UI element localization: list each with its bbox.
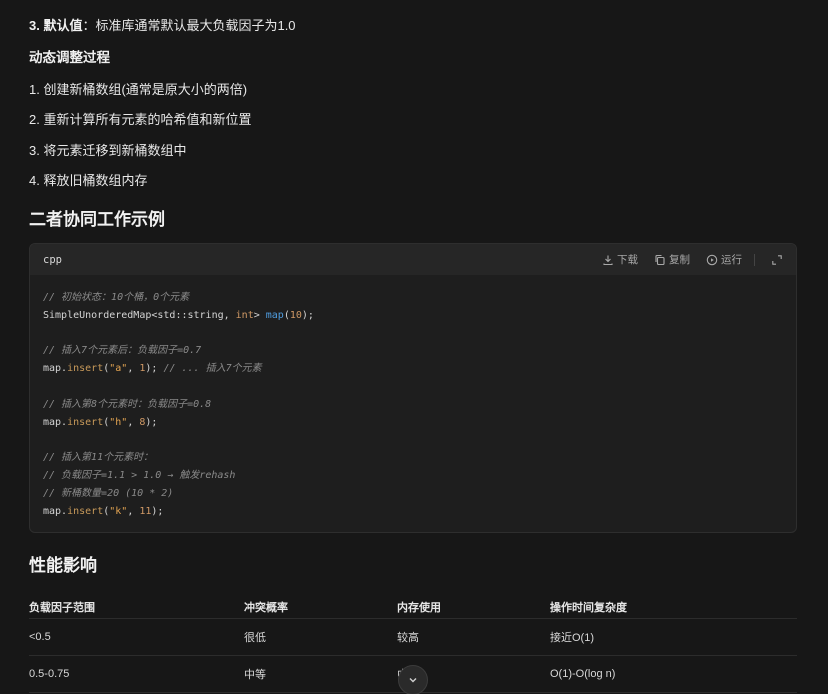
code-token: > [253, 309, 266, 321]
code-token: ); [151, 505, 164, 517]
code-actions: 下载 复制 运行 [602, 252, 783, 267]
code-token: ); [145, 416, 158, 428]
copy-icon [655, 254, 665, 265]
code-line-1: // 初始状态：10个桶，0个元素 [43, 292, 190, 303]
table-cell: 很低 [244, 632, 266, 644]
expand-button[interactable] [771, 254, 783, 266]
code-token: // ... 插入7个元素 [163, 363, 262, 375]
code-line-7: // 插入第8个元素时：负载因子=0.8 [43, 398, 212, 410]
code-token: map [265, 309, 284, 321]
table-cell: 较高 [397, 632, 419, 644]
code-token: map. [43, 505, 68, 517]
code-line-12: // 新桶数量=20 (10 * 2) [43, 487, 174, 499]
chevron-down-icon [409, 678, 417, 683]
code-block: cpp 下载 复制 运行 // 初始状态：10个桶，0个元素 SimpleUno… [29, 243, 797, 533]
default-value-text: ：标准库通常默认最大负载因子为1.0 [82, 18, 296, 33]
code-line-10: // 插入第11个元素时： [43, 452, 154, 464]
table-cell: 0.5-0.75 [29, 668, 70, 680]
step-1: 1. 创建新桶数组(通常是原大小的两倍) [29, 82, 248, 97]
code-token: "k" [109, 505, 128, 517]
example-heading: 二者协同工作示例 [29, 210, 165, 229]
code-line-13: map.insert("k", 11); [43, 506, 163, 517]
chat-content: 3. 默认值：标准库通常默认最大负载因子为1.0 动态调整过程 1. 创建新桶数… [0, 0, 828, 694]
play-icon [706, 254, 718, 265]
table-cell: 接近O(1) [550, 632, 594, 644]
code-line-8: map.insert("h", 8); [43, 417, 157, 428]
code-line-2: SimpleUnorderedMap<std::string, int> map… [43, 310, 314, 321]
code-token: "a" [109, 363, 128, 375]
code-token: map. [43, 416, 68, 428]
table-header-cell: 冲突概率 [244, 602, 288, 614]
code-line-4: // 插入7个元素后：负载因子=0.7 [43, 345, 202, 357]
default-value-line: 3. 默认值：标准库通常默认最大负载因子为1.0 [29, 17, 296, 35]
table-cell: 中等 [244, 669, 266, 681]
code-token: ); [301, 309, 314, 321]
code-content: // 初始状态：10个桶，0个元素 SimpleUnorderedMap<std… [30, 275, 796, 520]
copy-label: 复制 [669, 254, 690, 266]
code-token: , [127, 505, 140, 517]
step-3: 3. 将元素迁移到新桶数组中 [29, 143, 187, 158]
download-icon [603, 255, 613, 265]
code-language: cpp [43, 253, 62, 266]
actions-divider [754, 253, 755, 266]
step-2: 2. 重新计算所有元素的哈希值和新位置 [29, 112, 252, 127]
code-line-5: map.insert("a", 1); // ... 插入7个元素 [43, 363, 262, 374]
expand-icon [772, 254, 782, 265]
code-token: insert [67, 505, 104, 517]
performance-heading: 性能影响 [29, 556, 97, 575]
code-token: SimpleUnorderedMap<std::string, [43, 309, 236, 321]
step-4: 4. 释放旧桶数组内存 [29, 173, 148, 188]
code-token: int [235, 309, 254, 321]
download-label: 下载 [617, 254, 638, 266]
table-cell: <0.5 [29, 631, 51, 643]
run-label: 运行 [721, 254, 742, 266]
code-token: insert [67, 416, 104, 428]
code-token: insert [67, 363, 104, 375]
dynamic-adjust-heading: 动态调整过程 [29, 50, 110, 65]
code-token: 10 [289, 309, 302, 321]
code-token: ); [145, 363, 164, 375]
code-token: 11 [139, 505, 152, 517]
code-token: map. [43, 363, 68, 375]
table-header-cell: 操作时间复杂度 [550, 602, 627, 614]
table-header-row: 负载因子范围 冲突概率 内存使用 操作时间复杂度 [29, 596, 797, 619]
download-button[interactable]: 下载 [602, 252, 638, 267]
code-token: "h" [109, 416, 128, 428]
code-line-11: // 负载因子=1.1 > 1.0 → 触发rehash [43, 469, 236, 481]
default-value-label: 3. 默认值 [29, 18, 83, 33]
table-header-cell: 内存使用 [397, 602, 441, 614]
code-token: , [127, 363, 140, 375]
code-header: cpp 下载 复制 运行 [30, 244, 796, 275]
code-token: , [127, 416, 140, 428]
table-cell: O(1)-O(log n) [550, 668, 616, 680]
run-button[interactable]: 运行 [706, 252, 742, 267]
copy-button[interactable]: 复制 [654, 252, 690, 267]
scroll-to-bottom-button[interactable] [398, 665, 428, 694]
table-row: <0.5 很低 较高 接近O(1) [29, 619, 797, 656]
table-header-cell: 负载因子范围 [29, 602, 95, 614]
